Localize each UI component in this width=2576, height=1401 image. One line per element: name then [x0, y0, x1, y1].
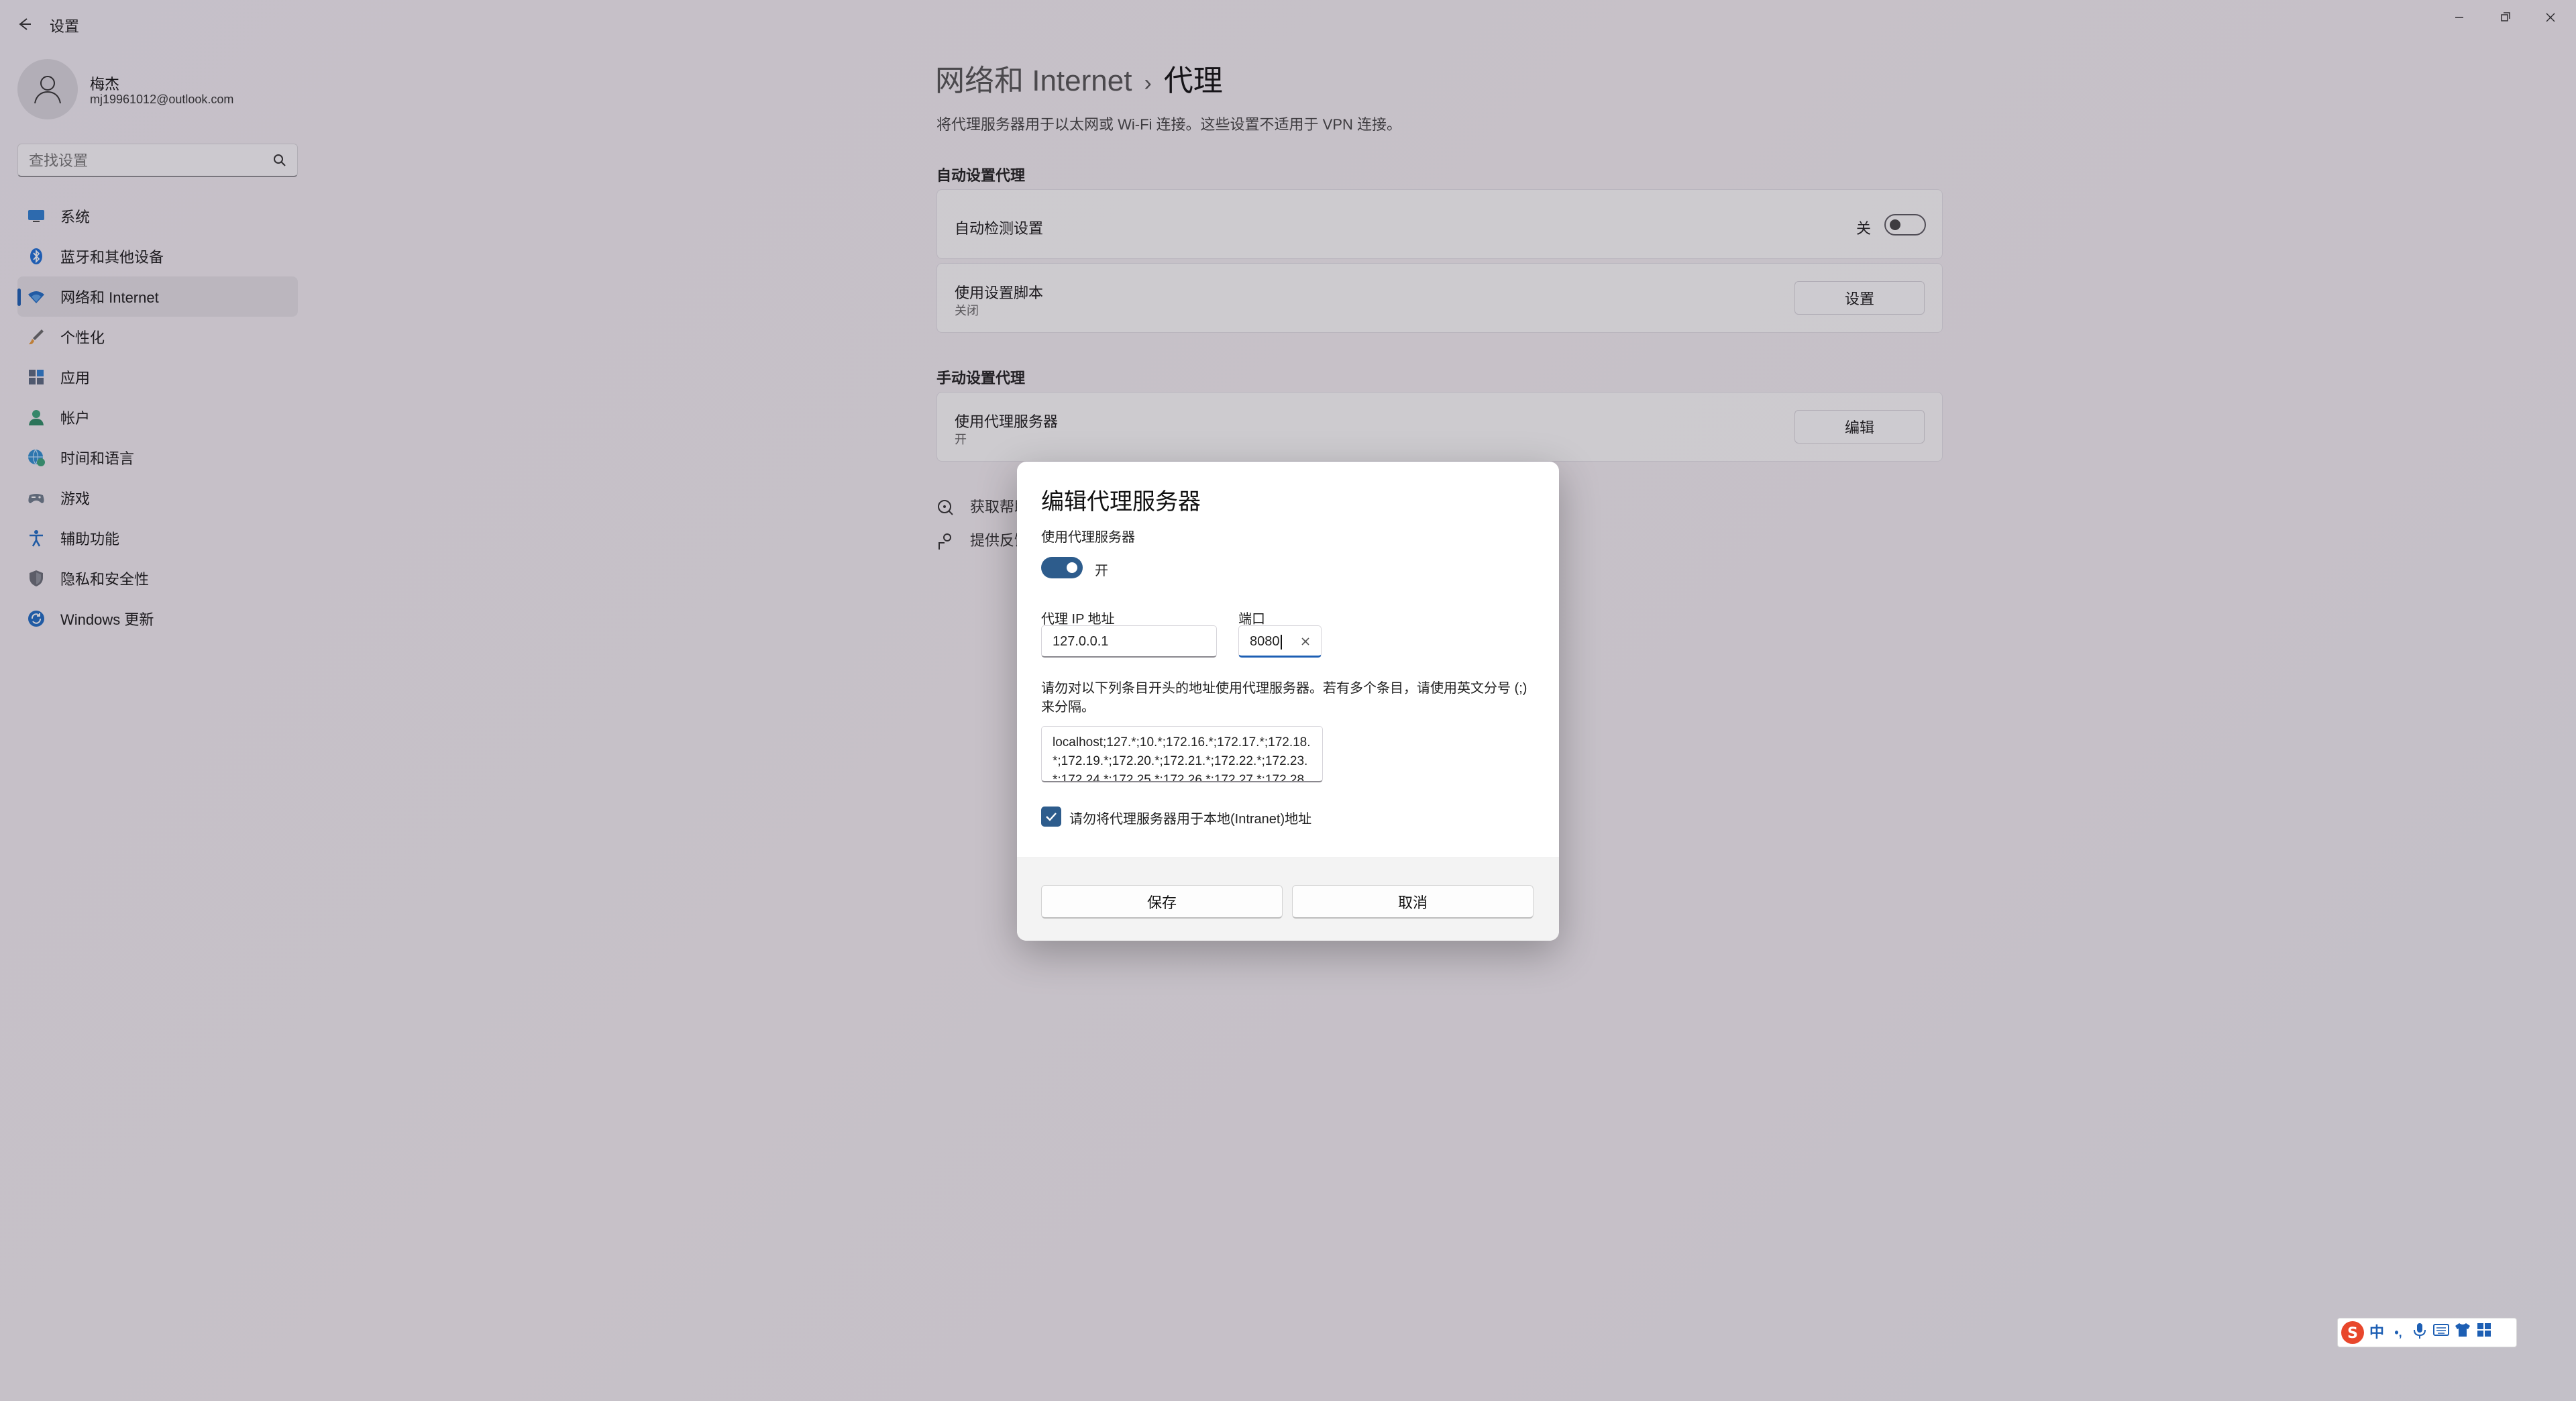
- proxy-ip-value: 127.0.0.1: [1053, 634, 1109, 649]
- microphone-icon[interactable]: [2409, 1322, 2430, 1343]
- port-field[interactable]: 8080: [1238, 625, 1322, 658]
- use-proxy-toggle[interactable]: [1041, 557, 1083, 578]
- text-caret: [1280, 634, 1282, 650]
- use-proxy-state: 开: [1095, 564, 1108, 578]
- dialog-title: 编辑代理服务器: [1041, 489, 1201, 515]
- port-value: 8080: [1250, 634, 1280, 649]
- bypass-local-checkbox[interactable]: [1041, 807, 1061, 827]
- cancel-button[interactable]: 取消: [1292, 885, 1534, 919]
- port-label: 端口: [1238, 612, 1265, 627]
- svg-text:S: S: [2347, 1325, 2358, 1342]
- save-button[interactable]: 保存: [1041, 885, 1283, 919]
- checkmark-icon: [1046, 813, 1057, 821]
- proxy-ip-field[interactable]: 127.0.0.1: [1041, 625, 1217, 658]
- toolbox-icon[interactable]: [2473, 1322, 2495, 1343]
- keyboard-icon[interactable]: [2430, 1322, 2452, 1343]
- edit-proxy-dialog: 编辑代理服务器 使用代理服务器 开 代理 IP 地址 127.0.0.1 端口 …: [1017, 462, 1559, 941]
- ime-mode-toggle[interactable]: 中: [2366, 1322, 2387, 1343]
- ime-punctuation-toggle[interactable]: •,: [2387, 1322, 2409, 1343]
- ime-toolbar: S 中 •,: [2337, 1318, 2517, 1347]
- exceptions-textarea[interactable]: localhost;127.*;10.*;172.16.*;172.17.*;1…: [1041, 726, 1323, 782]
- use-proxy-label: 使用代理服务器: [1041, 530, 1135, 545]
- close-icon: [1301, 637, 1309, 645]
- clear-port-button[interactable]: [1297, 633, 1314, 650]
- toggle-knob: [1067, 562, 1077, 573]
- dialog-footer: 保存 取消: [1017, 858, 1559, 941]
- bypass-local-label: 请勿将代理服务器用于本地(Intranet)地址: [1069, 812, 1312, 827]
- exceptions-note: 请勿对以下列条目开头的地址使用代理服务器。若有多个条目，请使用英文分号 (;) …: [1041, 681, 1527, 715]
- skin-icon[interactable]: [2452, 1322, 2473, 1343]
- proxy-ip-label: 代理 IP 地址: [1041, 612, 1115, 627]
- sogou-logo-icon[interactable]: S: [2339, 1319, 2366, 1346]
